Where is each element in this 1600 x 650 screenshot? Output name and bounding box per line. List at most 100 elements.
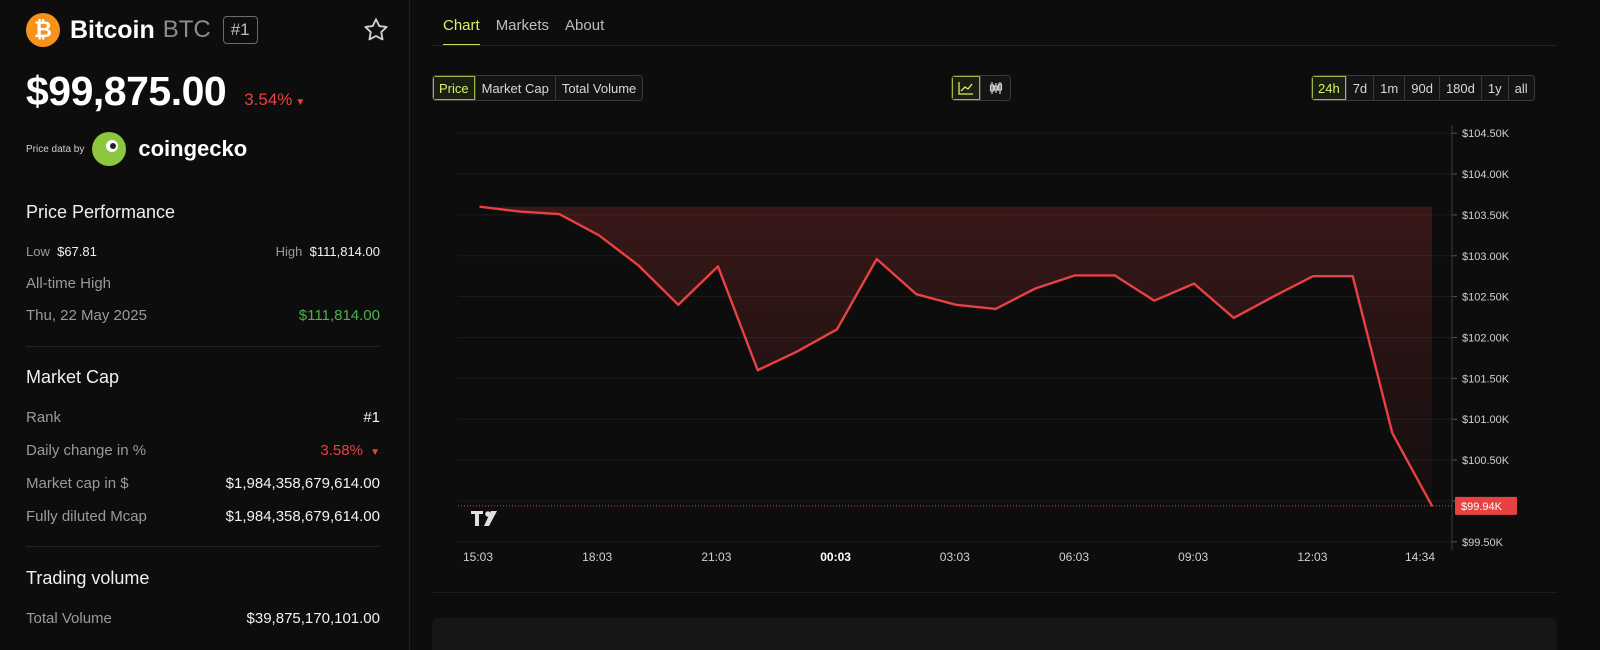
line-chart-button[interactable] (952, 76, 981, 100)
fully-diluted-value: $1,984,358,679,614.00 (225, 508, 380, 525)
trading-volume-title: Trading volume (26, 568, 150, 588)
fully-diluted-label: Fully diluted Mcap (26, 508, 147, 525)
price-point (1232, 317, 1235, 319)
price-point (1113, 274, 1116, 277)
y-tick-label: $103.00K (1462, 251, 1510, 263)
y-tick-label: $102.00K (1462, 333, 1510, 345)
price-point (836, 328, 838, 331)
rank-badge: #1 (222, 16, 258, 44)
candlestick-button[interactable] (981, 76, 1010, 100)
daily-change-row: Daily change in % 3.58% ▼ (26, 442, 380, 459)
tabs-divider (432, 45, 1557, 46)
tab-chart[interactable]: Chart (443, 17, 480, 46)
daily-change-value: 3.58% (320, 442, 363, 459)
star-icon[interactable] (362, 16, 390, 44)
price-point (558, 213, 561, 215)
price-point (994, 308, 997, 310)
market-cap-row: Market cap in $ $1,984,358,679,614.00 (26, 475, 380, 492)
range-180d-button[interactable]: 180d (1439, 76, 1482, 100)
price-chart[interactable]: $99.50K$100.00K$100.50K$101.00K$101.50K$… (432, 125, 1557, 585)
total-volume-label: Total Volume (26, 610, 112, 627)
metric-market-cap-button[interactable]: Market Cap (475, 76, 556, 100)
y-tick-label: $99.50K (1462, 537, 1504, 549)
current-price-label: $99.94K (1461, 501, 1503, 513)
price-point (1351, 275, 1354, 277)
tab-about[interactable]: About (565, 17, 604, 46)
price-point (796, 350, 799, 353)
range-all-button[interactable]: all (1508, 76, 1534, 100)
price-row: $99,875.00 3.54% ▼ (26, 68, 305, 115)
price-point (637, 264, 640, 267)
range-90d-button[interactable]: 90d (1405, 76, 1440, 100)
high-value: $111,814.00 (309, 244, 380, 259)
market-cap-value: $1,984,358,679,614.00 (225, 475, 380, 492)
ath-label: All-time High (26, 275, 112, 292)
tradingview-watermark-icon (471, 511, 497, 526)
y-tick-label: $100.50K (1462, 455, 1510, 467)
y-tick-label: $103.50K (1462, 210, 1510, 222)
price-chart-svg[interactable]: $99.50K$100.00K$100.50K$101.00K$101.50K$… (432, 125, 1557, 585)
rank-value: #1 (363, 409, 380, 426)
coingecko-logo-icon (92, 132, 127, 166)
y-tick-label: $101.50K (1462, 373, 1510, 385)
price-point (915, 293, 918, 295)
coin-info-panel: ₿ Bitcoin BTC #1 $99,875.00 3.54% ▼ Pric… (0, 0, 410, 650)
price-point (1272, 295, 1275, 298)
low-label: Low (26, 244, 50, 259)
ath-row: Thu, 22 May 2025 $111,814.00 (26, 307, 380, 324)
total-volume-row: Total Volume $39,875,170,101.00 (26, 610, 380, 627)
price-point (479, 205, 481, 208)
ath-date: Thu, 22 May 2025 (26, 307, 147, 324)
price-point (1034, 287, 1037, 290)
market-cap-label: Market cap in $ (26, 475, 129, 492)
metric-price-button[interactable]: Price (433, 76, 476, 100)
price-point (1312, 275, 1314, 277)
x-tick-label: 06:03 (1059, 550, 1089, 564)
price-point (1153, 299, 1156, 302)
range-1m-button[interactable]: 1m (1374, 76, 1406, 100)
x-tick-label: 15:03 (463, 550, 493, 564)
market-cap-title: Market Cap (26, 367, 120, 387)
tab-markets[interactable]: Markets (496, 17, 549, 46)
low-high-row: Low $67.81 High $111,814.00 (26, 244, 380, 259)
daily-change-label: Daily change in % (26, 442, 147, 459)
coin-name: Bitcoin (70, 15, 155, 44)
x-tick-label: 00:03 (820, 550, 851, 564)
x-tick-label: 21:03 (701, 550, 731, 564)
x-tick-label: 18:03 (582, 550, 612, 564)
total-volume-value: $39,875,170,101.00 (246, 610, 380, 627)
divider (26, 546, 380, 547)
price-point (1074, 274, 1076, 277)
coin-header: ₿ Bitcoin BTC #1 (26, 12, 390, 48)
price-data-label: Price data by (26, 143, 85, 155)
price-point (598, 234, 600, 237)
price-point (875, 258, 878, 260)
chart-divider (432, 592, 1557, 593)
chart-tabs: Chart Markets About (443, 17, 620, 46)
price-area (480, 206, 1432, 506)
range-1y-button[interactable]: 1y (1481, 76, 1509, 100)
ath-value: $111,814.00 (298, 307, 380, 324)
line-chart-icon (958, 82, 973, 95)
y-tick-label: $104.50K (1462, 128, 1510, 140)
y-tick-label: $101.00K (1462, 414, 1510, 426)
low-value: $67.81 (57, 244, 97, 259)
high-label: High (275, 244, 303, 259)
rank-row: Rank #1 (26, 409, 380, 426)
chart-panel: Chart Markets About Price Market Cap Tot… (410, 0, 1600, 650)
price-point (756, 369, 759, 371)
price-point (717, 265, 719, 268)
app-root: ₿ Bitcoin BTC #1 $99,875.00 3.54% ▼ Pric… (0, 0, 1600, 650)
metric-total-volume-button[interactable]: Total Volume (555, 76, 643, 100)
range-24h-button[interactable]: 24h (1312, 76, 1347, 100)
stats-card (432, 618, 1557, 650)
range-selector: 24h 7d 1m 90d 180d 1y all (1311, 75, 1535, 101)
down-arrow-icon: ▼ (295, 97, 306, 108)
provider-name[interactable]: coingecko (138, 136, 247, 162)
candlestick-icon (989, 82, 1002, 94)
price-point (1431, 505, 1433, 507)
price-point (1193, 282, 1195, 285)
y-tick-label: $104.00K (1462, 169, 1510, 181)
price-point (1391, 432, 1394, 434)
range-7d-button[interactable]: 7d (1346, 76, 1375, 100)
